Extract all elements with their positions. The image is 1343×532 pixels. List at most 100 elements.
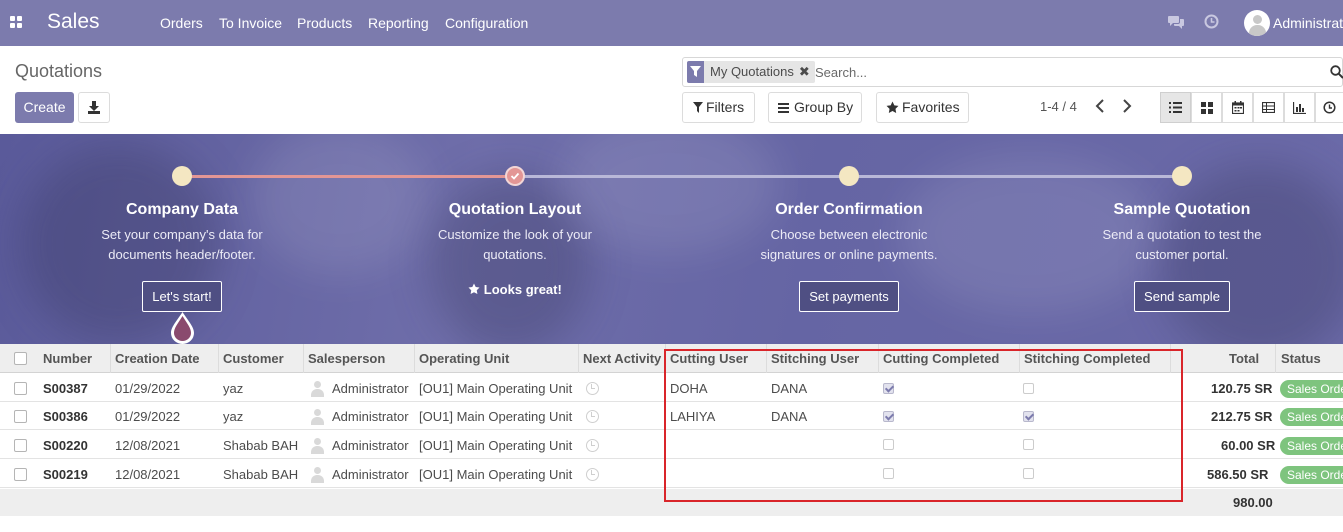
stitching-completed-checkbox: [1023, 411, 1034, 422]
download-icon: [88, 101, 100, 114]
col-salesperson[interactable]: Salesperson: [308, 351, 385, 366]
col-creation-date[interactable]: Creation Date: [115, 351, 200, 366]
row-checkbox[interactable]: [14, 439, 27, 452]
calendar-view-button[interactable]: [1222, 92, 1253, 123]
activity-clock-icon[interactable]: [586, 439, 599, 452]
filter-icon: [687, 61, 704, 83]
table-row[interactable]: S00220 12/08/2021 Shabab BAH Administrat…: [0, 431, 1343, 459]
favorites-label: Favorites: [902, 99, 960, 115]
col-customer[interactable]: Customer: [223, 351, 284, 366]
step-title-quotation-layout: Quotation Layout: [448, 201, 582, 218]
menu-reporting[interactable]: Reporting: [368, 15, 429, 31]
kanban-view-button[interactable]: [1191, 92, 1222, 123]
star-icon: [886, 101, 899, 113]
col-cutting-completed[interactable]: Cutting Completed: [883, 351, 999, 366]
col-status[interactable]: Status: [1281, 351, 1321, 366]
chevron-right-icon[interactable]: [1122, 99, 1132, 113]
cell-creation-date: 12/08/2021: [115, 467, 181, 482]
step-title-company-data: Company Data: [125, 201, 239, 218]
status-badge: Sales Order: [1280, 408, 1343, 426]
chat-icon[interactable]: [1168, 14, 1185, 30]
cell-total: 60.00 SR: [1221, 438, 1276, 453]
cell-salesperson: Administrator: [332, 381, 409, 396]
user-name[interactable]: Administrato: [1273, 15, 1343, 31]
step-desc-line: Send a quotation to test the: [1102, 227, 1262, 242]
table-row[interactable]: S00387 01/29/2022 yaz Administrator [OU1…: [0, 374, 1343, 402]
graph-view-button[interactable]: [1284, 92, 1315, 123]
pivot-view-button[interactable]: [1253, 92, 1284, 123]
set-payments-button[interactable]: Set payments: [799, 281, 899, 312]
cell-number: S00220: [43, 438, 88, 453]
search-input[interactable]: [815, 62, 1315, 82]
cutting-completed-checkbox: [883, 439, 894, 450]
filters-button[interactable]: Filters: [682, 92, 755, 123]
lets-start-button[interactable]: Let's start!: [142, 281, 222, 312]
menu-products[interactable]: Products: [297, 15, 352, 31]
cell-total: 120.75 SR: [1211, 381, 1273, 396]
step-desc-order-confirmation: Choose between electronic signatures or …: [749, 225, 949, 265]
send-sample-button[interactable]: Send sample: [1134, 281, 1230, 312]
col-stitching-user[interactable]: Stitching User: [771, 351, 859, 366]
activity-clock-icon[interactable]: [1204, 14, 1219, 29]
search-icon[interactable]: [1330, 65, 1343, 79]
app-brand[interactable]: Sales: [47, 10, 100, 34]
col-operating-unit[interactable]: Operating Unit: [419, 351, 509, 366]
apps-icon[interactable]: [10, 16, 23, 29]
step-pointer-icon: [171, 312, 194, 344]
activity-view-button[interactable]: [1315, 92, 1343, 123]
step-done-quotation-layout: Looks great!: [415, 282, 615, 297]
cell-operating-unit: [OU1] Main Operating Unit: [419, 381, 573, 396]
create-button[interactable]: Create: [15, 92, 74, 123]
list-view-icon: [1169, 102, 1182, 113]
facet-remove-icon[interactable]: ✖: [797, 61, 815, 83]
onboarding-banner: Company Data Set your company's data for…: [0, 134, 1343, 344]
row-checkbox[interactable]: [14, 468, 27, 481]
menu-to-invoice[interactable]: To Invoice: [219, 15, 282, 31]
select-all-checkbox[interactable]: [14, 352, 27, 365]
favorites-button[interactable]: Favorites: [876, 92, 969, 123]
user-avatar-icon: [310, 408, 324, 425]
menu-orders[interactable]: Orders: [160, 15, 203, 31]
cell-total: 586.50 SR: [1207, 467, 1269, 482]
cell-operating-unit: [OU1] Main Operating Unit: [419, 438, 573, 453]
menu-configuration[interactable]: Configuration: [445, 15, 528, 31]
pivot-view-icon: [1262, 102, 1275, 113]
cell-creation-date: 01/29/2022: [115, 381, 181, 396]
col-stitching-completed[interactable]: Stitching Completed: [1024, 351, 1150, 366]
step-title-sample-quotation: Sample Quotation: [1113, 201, 1251, 218]
table-row[interactable]: S00386 01/29/2022 yaz Administrator [OU1…: [0, 402, 1343, 430]
status-badge: Sales Order: [1280, 466, 1343, 484]
search-bar[interactable]: My Quotations ✖: [682, 57, 1343, 87]
step-desc-sample-quotation: Send a quotation to test the customer po…: [1082, 225, 1282, 265]
filter-icon: [693, 102, 703, 113]
col-cutting-user[interactable]: Cutting User: [670, 351, 748, 366]
download-button[interactable]: [78, 92, 110, 123]
step-desc-line: documents header/footer.: [108, 247, 256, 262]
chevron-left-icon[interactable]: [1095, 99, 1105, 113]
col-total[interactable]: Total: [1229, 351, 1259, 366]
activity-clock-icon[interactable]: [586, 410, 599, 423]
step-title-order-confirmation: Order Confirmation: [775, 201, 923, 218]
row-checkbox[interactable]: [14, 410, 27, 423]
list-view-button[interactable]: [1160, 92, 1191, 123]
stitching-completed-checkbox: [1023, 468, 1034, 479]
cutting-completed-checkbox: [883, 411, 894, 422]
activity-clock-icon[interactable]: [586, 382, 599, 395]
table-row[interactable]: S00219 12/08/2021 Shabab BAH Administrat…: [0, 460, 1343, 488]
step-dot-quotation-layout: [505, 166, 525, 186]
col-next-activity[interactable]: Next Activity: [583, 351, 661, 366]
stitching-completed-checkbox: [1023, 439, 1034, 450]
user-avatar[interactable]: [1244, 10, 1270, 36]
group-by-button[interactable]: Group By: [768, 92, 862, 123]
table-footer: 980.00: [0, 489, 1343, 516]
pager-value[interactable]: 1-4 / 4: [1040, 99, 1077, 114]
group-by-label: Group By: [794, 99, 854, 115]
activity-clock-icon[interactable]: [586, 468, 599, 481]
cell-creation-date: 01/29/2022: [115, 409, 181, 424]
cell-number: S00386: [43, 409, 88, 424]
row-checkbox[interactable]: [14, 382, 27, 395]
kanban-view-icon: [1200, 101, 1213, 114]
col-number[interactable]: Number: [43, 351, 92, 366]
step-desc-line: signatures or online payments.: [760, 247, 938, 262]
sum-total: 980.00: [1233, 495, 1273, 510]
